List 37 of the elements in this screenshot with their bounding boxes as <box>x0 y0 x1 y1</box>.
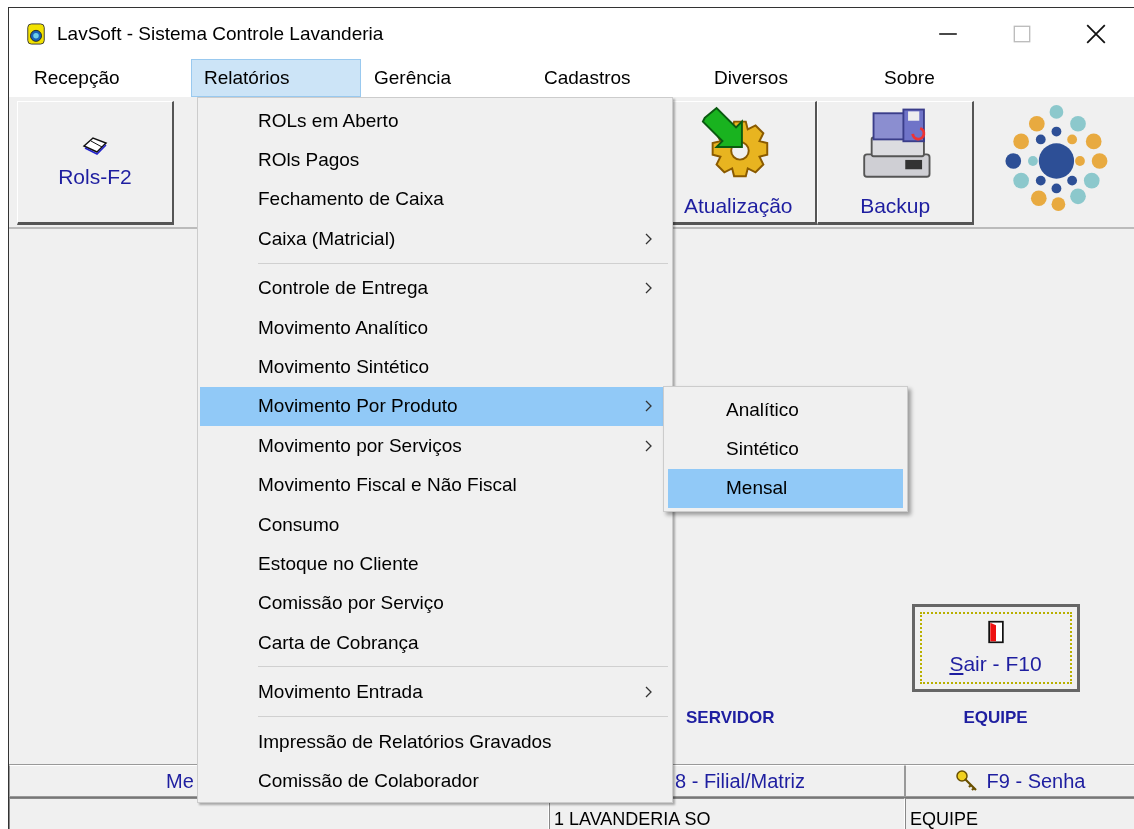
exit-button[interactable]: Sair - F10 <box>911 604 1080 692</box>
menu-item[interactable]: Estoque no Cliente <box>200 544 670 584</box>
key-icon <box>954 769 979 793</box>
menu-item[interactable]: Comissão por Serviço <box>200 583 670 624</box>
team-label: EQUIPE <box>963 708 1028 728</box>
menu-item[interactable]: Controle de Entrega <box>200 268 670 308</box>
window-title: LavSoft - Sistema Controle Lavanderia <box>57 22 384 45</box>
book-icon <box>81 135 108 155</box>
menu-item[interactable]: Diversos <box>701 59 871 97</box>
menu-item[interactable]: Consumo <box>200 504 670 545</box>
door-icon <box>987 620 1004 644</box>
menu-item[interactable]: Movimento Analítico <box>200 307 670 348</box>
menu-item[interactable]: Cadastros <box>531 59 701 97</box>
chevron-right-icon <box>644 400 652 413</box>
status-panel: EQUIPE <box>905 798 1134 829</box>
menu-item[interactable]: Analítico <box>668 390 903 430</box>
chevron-right-icon <box>644 232 652 245</box>
close-icon[interactable] <box>1085 22 1107 45</box>
status-text: F9 - Senha <box>986 769 1086 793</box>
server-label: SERVIDOR <box>686 708 775 728</box>
menu-item[interactable]: Movimento Sintético <box>200 347 670 387</box>
toolbar-button[interactable]: Backup <box>817 101 975 225</box>
chevron-right-icon <box>644 439 652 452</box>
chevron-right-icon <box>644 282 652 295</box>
menu-item[interactable]: Carta de Cobrança <box>200 623 670 663</box>
menu-item[interactable]: Gerência <box>361 59 531 97</box>
toolbar-button[interactable]: Rols-F2 <box>17 101 174 225</box>
menu-item[interactable]: Impressão de Relatórios Gravados <box>200 721 670 762</box>
menu-item[interactable]: Mensal <box>668 468 903 509</box>
menu-item[interactable]: Sobre <box>871 59 1041 97</box>
menu-item[interactable]: Recepção <box>21 59 191 97</box>
app-icon <box>25 21 47 46</box>
menu-item[interactable]: Sintético <box>668 429 903 469</box>
menu-item[interactable]: Relatórios <box>191 59 361 97</box>
chevron-right-icon <box>644 686 652 699</box>
menu-item[interactable]: Movimento Entrada <box>200 672 670 712</box>
menu-item[interactable]: Movimento por Serviços <box>200 426 670 466</box>
